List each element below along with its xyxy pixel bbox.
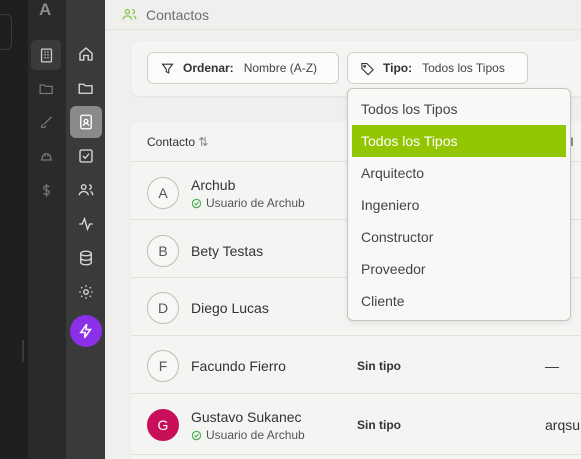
table-row[interactable]: F Facundo Fierro Sin tipo — [131, 337, 581, 394]
users-icon [78, 184, 94, 196]
collapsed-panel-edge [0, 14, 12, 50]
checkbox-icon [79, 149, 93, 163]
avatar: F [147, 350, 179, 382]
contact-type: Sin tipo [357, 418, 401, 432]
left-edge-panel [0, 0, 28, 459]
brush-button[interactable] [31, 107, 61, 137]
sort-value: Nombre (A-Z) [243, 61, 318, 75]
column-header-contact[interactable]: Contacto ⇅ [147, 135, 208, 149]
org-sidebar: A [28, 0, 66, 459]
activity-icon [79, 216, 93, 232]
contacts-button[interactable] [70, 106, 102, 138]
filter-icon [161, 63, 174, 74]
section-sidebar [66, 0, 105, 459]
tasks-button[interactable] [70, 140, 102, 172]
hardhat-icon [40, 152, 52, 161]
users-icon [122, 8, 137, 20]
team-button[interactable] [70, 174, 102, 206]
table-row[interactable]: G Gustavo Sukanec Usuario de Archub Sin … [131, 395, 581, 455]
page-header: Contactos [105, 0, 581, 30]
contact-email: arqsu [545, 417, 581, 433]
avatar: D [147, 292, 179, 324]
database-icon [80, 250, 92, 266]
settings-button[interactable] [70, 276, 102, 308]
gear-icon [79, 285, 93, 299]
type-filter-button[interactable]: Tipo: Todos los Tipos [347, 52, 528, 84]
building-icon [40, 47, 52, 63]
home-button[interactable] [70, 38, 102, 70]
resize-handle[interactable] [22, 340, 24, 362]
contact-name: Archub [191, 177, 236, 193]
avatar: B [147, 235, 179, 267]
user-badge: Usuario de Archub [191, 196, 305, 210]
sort-button[interactable]: Ordenar: Nombre (A-Z) [147, 52, 339, 84]
dropdown-option-proveedor[interactable]: Proveedor [352, 253, 566, 285]
projects-button[interactable] [70, 72, 102, 104]
building-button[interactable] [31, 40, 61, 70]
avatar: A [147, 177, 179, 209]
sort-label: Ordenar: [183, 61, 234, 75]
sort-arrows-icon: ⇅ [198, 135, 209, 149]
database-button[interactable] [70, 242, 102, 274]
contact-email: — [545, 358, 559, 374]
dropdown-option-constructor[interactable]: Constructor [352, 221, 566, 253]
bolt-icon [79, 323, 92, 339]
type-label: Tipo: [383, 61, 413, 75]
quick-action-button[interactable] [70, 315, 102, 347]
type-value: Todos los Tipos [422, 61, 505, 75]
type-dropdown-menu: Todos los Tipos Todos los Tipos Arquitec… [347, 88, 571, 321]
dropdown-option-all-header[interactable]: Todos los Tipos [352, 93, 566, 125]
dropdown-option-cliente[interactable]: Cliente [352, 285, 566, 317]
finance-button[interactable] [31, 175, 61, 205]
home-icon [79, 47, 93, 61]
dropdown-option-ingeniero[interactable]: Ingeniero [352, 189, 566, 221]
dropdown-option-all[interactable]: Todos los Tipos [352, 125, 566, 157]
folder-open-icon [38, 83, 53, 94]
contact-name: Diego Lucas [191, 300, 269, 316]
check-circle-icon [191, 198, 202, 208]
contact-name: Gustavo Sukanec [191, 409, 302, 425]
contact-card-icon [80, 114, 92, 130]
folder-button[interactable] [31, 73, 61, 103]
folder-open-icon [78, 83, 93, 94]
helmet-button[interactable] [31, 141, 61, 171]
check-circle-icon [191, 430, 202, 440]
contact-name: Facundo Fierro [191, 358, 286, 374]
dollar-icon [42, 183, 50, 197]
app-logo[interactable]: A [39, 0, 53, 19]
contact-name: Bety Testas [191, 243, 264, 259]
brush-icon [40, 115, 52, 128]
page-title: Contactos [146, 6, 210, 23]
dropdown-option-arquitecto[interactable]: Arquitecto [352, 157, 566, 189]
activity-button[interactable] [70, 208, 102, 240]
avatar: G [147, 409, 179, 441]
tag-icon [361, 62, 374, 76]
user-badge: Usuario de Archub [191, 428, 305, 442]
contact-type: Sin tipo [357, 359, 401, 373]
